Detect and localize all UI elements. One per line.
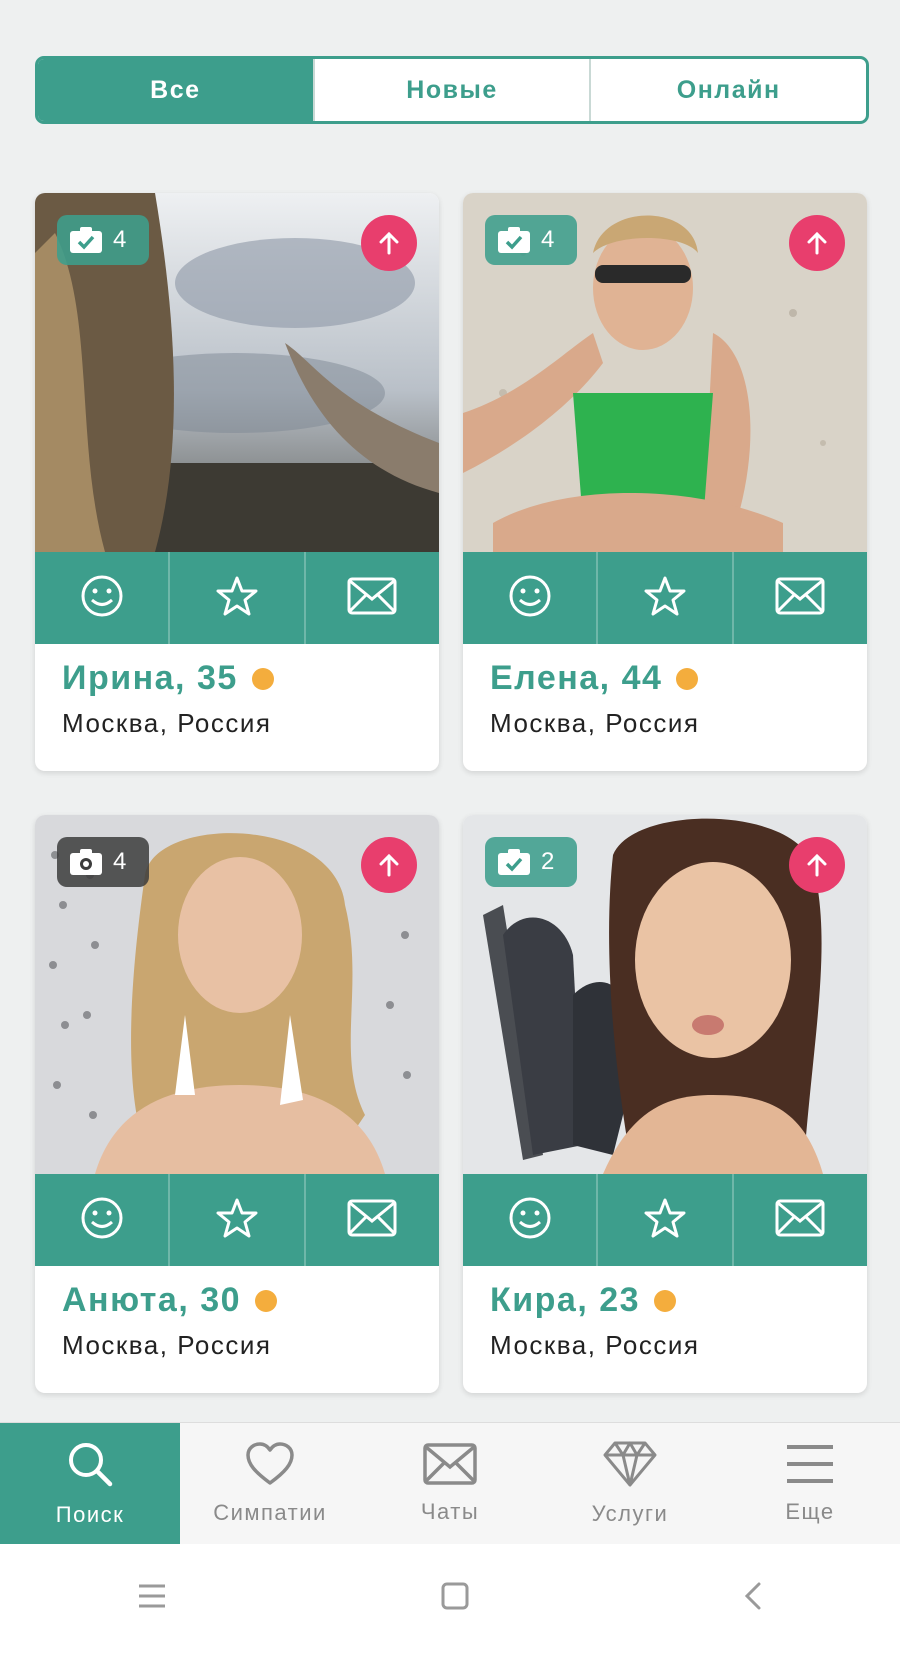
card-actions (463, 1174, 867, 1266)
boost-button[interactable] (361, 837, 417, 893)
nav-search-label: Поиск (55, 1502, 125, 1527)
profile-card[interactable]: 4 Ирина, 35 Москва, Россия (35, 193, 439, 771)
camera-check-icon (497, 226, 531, 254)
tab-online[interactable]: Онлайн (589, 59, 866, 121)
home-icon[interactable] (441, 1582, 469, 1615)
camera-icon (69, 848, 103, 876)
favorite-button[interactable] (168, 552, 303, 644)
wink-button[interactable] (35, 552, 168, 644)
star-icon (215, 1196, 259, 1245)
diamond-icon (603, 1441, 657, 1501)
envelope-icon (347, 1199, 397, 1242)
star-icon (643, 574, 687, 623)
profile-location: Москва, Россия (490, 1330, 700, 1360)
nav-more-label: Еще (785, 1499, 835, 1524)
card-actions (35, 1174, 439, 1266)
message-button[interactable] (731, 1174, 867, 1266)
profile-name[interactable]: Елена, 44 (490, 659, 662, 698)
profile-card[interactable]: 2 Кира, 23 Москва, Россия (463, 815, 867, 1393)
profile-name[interactable]: Кира, 23 (490, 1281, 640, 1320)
nav-search[interactable]: Поиск (0, 1423, 180, 1545)
search-icon (66, 1440, 114, 1502)
profile-card[interactable]: 4 Елена, 44 Москва, Россия (463, 193, 867, 771)
envelope-icon (347, 577, 397, 620)
message-button[interactable] (731, 552, 867, 644)
wink-button[interactable] (463, 1174, 596, 1266)
profile-location: Москва, Россия (490, 708, 700, 738)
online-indicator (255, 1289, 278, 1312)
profile-name[interactable]: Ирина, 35 (62, 659, 238, 698)
arrow-up-icon (803, 229, 831, 257)
card-actions (35, 552, 439, 644)
favorite-button[interactable] (168, 1174, 303, 1266)
arrow-up-icon (375, 229, 403, 257)
profile-name[interactable]: Анюта, 30 (62, 1281, 241, 1320)
nav-services[interactable]: Услуги (540, 1423, 720, 1545)
nav-more[interactable]: Еще (720, 1423, 900, 1545)
photo-count-badge: 4 (485, 215, 577, 265)
envelope-icon (775, 577, 825, 620)
recents-icon[interactable] (137, 1583, 167, 1614)
photo-count-badge: 4 (57, 837, 149, 887)
nav-services-label: Услуги (591, 1501, 669, 1526)
boost-button[interactable] (361, 215, 417, 271)
favorite-button[interactable] (596, 552, 731, 644)
favorite-button[interactable] (596, 1174, 731, 1266)
envelope-icon (423, 1443, 477, 1499)
smile-icon (508, 574, 552, 623)
smile-icon (508, 1196, 552, 1245)
envelope-icon (775, 1199, 825, 1242)
profile-photo[interactable]: 4 (35, 815, 439, 1174)
smile-icon (80, 1196, 124, 1245)
menu-icon (785, 1443, 835, 1499)
profile-photo[interactable]: 2 (463, 815, 867, 1174)
filter-tabs: Все Новые Онлайн (35, 56, 869, 124)
star-icon (643, 1196, 687, 1245)
nav-likes-label: Симпатии (213, 1500, 327, 1525)
photo-count-badge: 4 (57, 215, 149, 265)
system-navigation-bar (0, 1544, 900, 1653)
tab-all[interactable]: Все (38, 59, 313, 121)
boost-button[interactable] (789, 837, 845, 893)
heart-icon (245, 1442, 295, 1500)
boost-button[interactable] (789, 215, 845, 271)
profile-photo[interactable]: 4 (463, 193, 867, 552)
photo-count: 4 (113, 848, 127, 875)
profile-card[interactable]: 4 Анюта, 30 Москва, Россия (35, 815, 439, 1393)
arrow-up-icon (803, 851, 831, 879)
bottom-navigation: Поиск Симпатии Чаты Услуги Еще (0, 1422, 900, 1545)
online-indicator (251, 667, 274, 690)
message-button[interactable] (303, 1174, 439, 1266)
tab-new[interactable]: Новые (312, 59, 590, 121)
nav-chats[interactable]: Чаты (360, 1423, 540, 1545)
message-button[interactable] (303, 552, 439, 644)
photo-count-badge: 2 (485, 837, 577, 887)
profile-location: Москва, Россия (62, 1330, 272, 1360)
back-icon[interactable] (743, 1581, 763, 1616)
online-indicator (654, 1289, 677, 1312)
photo-count: 4 (541, 226, 555, 253)
smile-icon (80, 574, 124, 623)
arrow-up-icon (375, 851, 403, 879)
card-actions (463, 552, 867, 644)
star-icon (215, 574, 259, 623)
camera-check-icon (497, 848, 531, 876)
wink-button[interactable] (35, 1174, 168, 1266)
nav-chats-label: Чаты (420, 1499, 480, 1524)
online-indicator (676, 667, 699, 690)
photo-count: 2 (541, 848, 555, 875)
profile-location: Москва, Россия (62, 708, 272, 738)
camera-check-icon (69, 226, 103, 254)
wink-button[interactable] (463, 552, 596, 644)
profile-photo[interactable]: 4 (35, 193, 439, 552)
nav-likes[interactable]: Симпатии (180, 1423, 360, 1545)
photo-count: 4 (113, 226, 127, 253)
